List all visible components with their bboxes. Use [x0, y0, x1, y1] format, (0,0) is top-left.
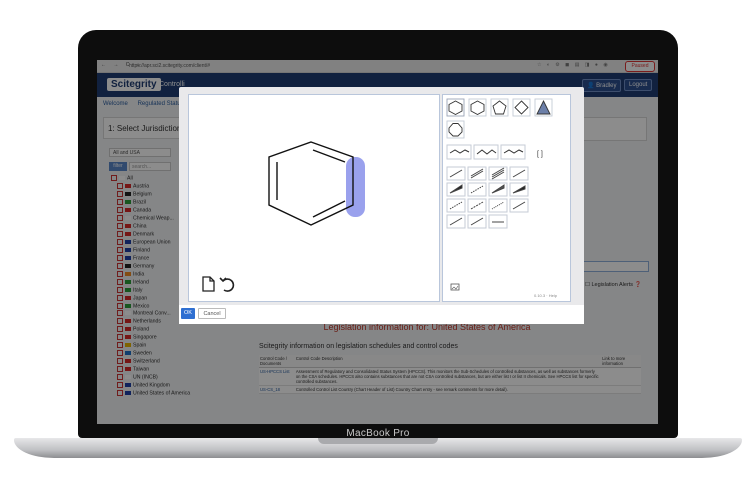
screen: ← → C ⌂ https://apr.sci2.scitegrity.com/… [97, 60, 658, 424]
editor-version: 0.10.3 · Help [534, 293, 557, 298]
tool-palette: [ ] [442, 94, 571, 302]
cancel-button[interactable]: Cancel [198, 308, 226, 319]
tool-icons: [ ] [446, 98, 553, 291]
ring-tools [446, 98, 553, 139]
undo-icon[interactable] [219, 277, 235, 292]
drawing-canvas[interactable] [188, 94, 440, 302]
chain-tools [446, 144, 526, 160]
new-document-icon[interactable] [202, 276, 215, 292]
ok-button[interactable]: OK [181, 308, 195, 319]
dialog-footer [179, 305, 584, 324]
image-icon[interactable] [450, 283, 460, 291]
benzene-drawing [202, 141, 365, 292]
version-text: 0.10.3 [534, 293, 546, 298]
bracket-tool[interactable]: [ ] [537, 151, 543, 158]
device-label: MacBook Pro [346, 428, 410, 439]
help-link[interactable]: Help [549, 293, 557, 298]
bond-highlight [346, 157, 365, 217]
bond-tools [446, 166, 529, 229]
